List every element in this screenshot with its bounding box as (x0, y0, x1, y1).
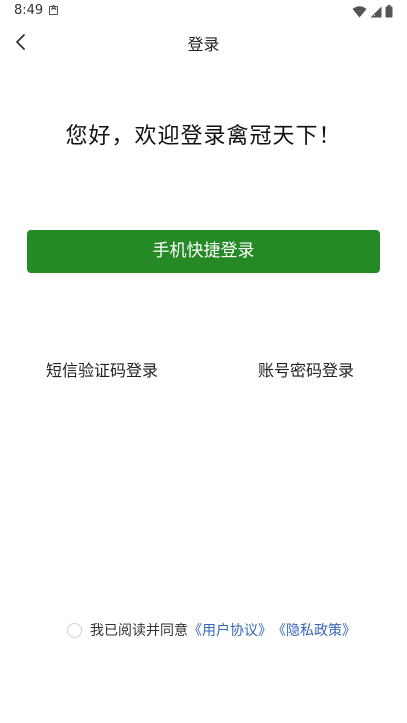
signal-icon (370, 3, 382, 22)
battery-icon (385, 3, 393, 22)
agree-checkbox[interactable] (67, 622, 82, 638)
user-agreement-link[interactable]: 《用户协议》 (188, 620, 272, 640)
agreement-row: 我已阅读并同意 《用户协议》 《隐私政策》 (67, 621, 356, 639)
status-icons (352, 4, 393, 20)
status-time: 8:49 (14, 3, 44, 18)
agreement-prefix: 我已阅读并同意 (90, 623, 188, 639)
nav-bar: 登录 (0, 24, 407, 60)
notification-a-icon (49, 4, 58, 15)
quick-login-button[interactable]: 手机快捷登录 (27, 230, 380, 273)
status-bar: 8:49 (0, 0, 407, 24)
privacy-policy-link[interactable]: 《隐私政策》 (272, 620, 356, 640)
sms-login-link[interactable]: 短信验证码登录 (46, 357, 158, 381)
wifi-icon (352, 3, 367, 22)
page-title: 登录 (187, 35, 220, 54)
welcome-title: 您好，欢迎登录禽冠天下！ (65, 124, 342, 149)
password-login-link[interactable]: 账号密码登录 (258, 357, 354, 381)
